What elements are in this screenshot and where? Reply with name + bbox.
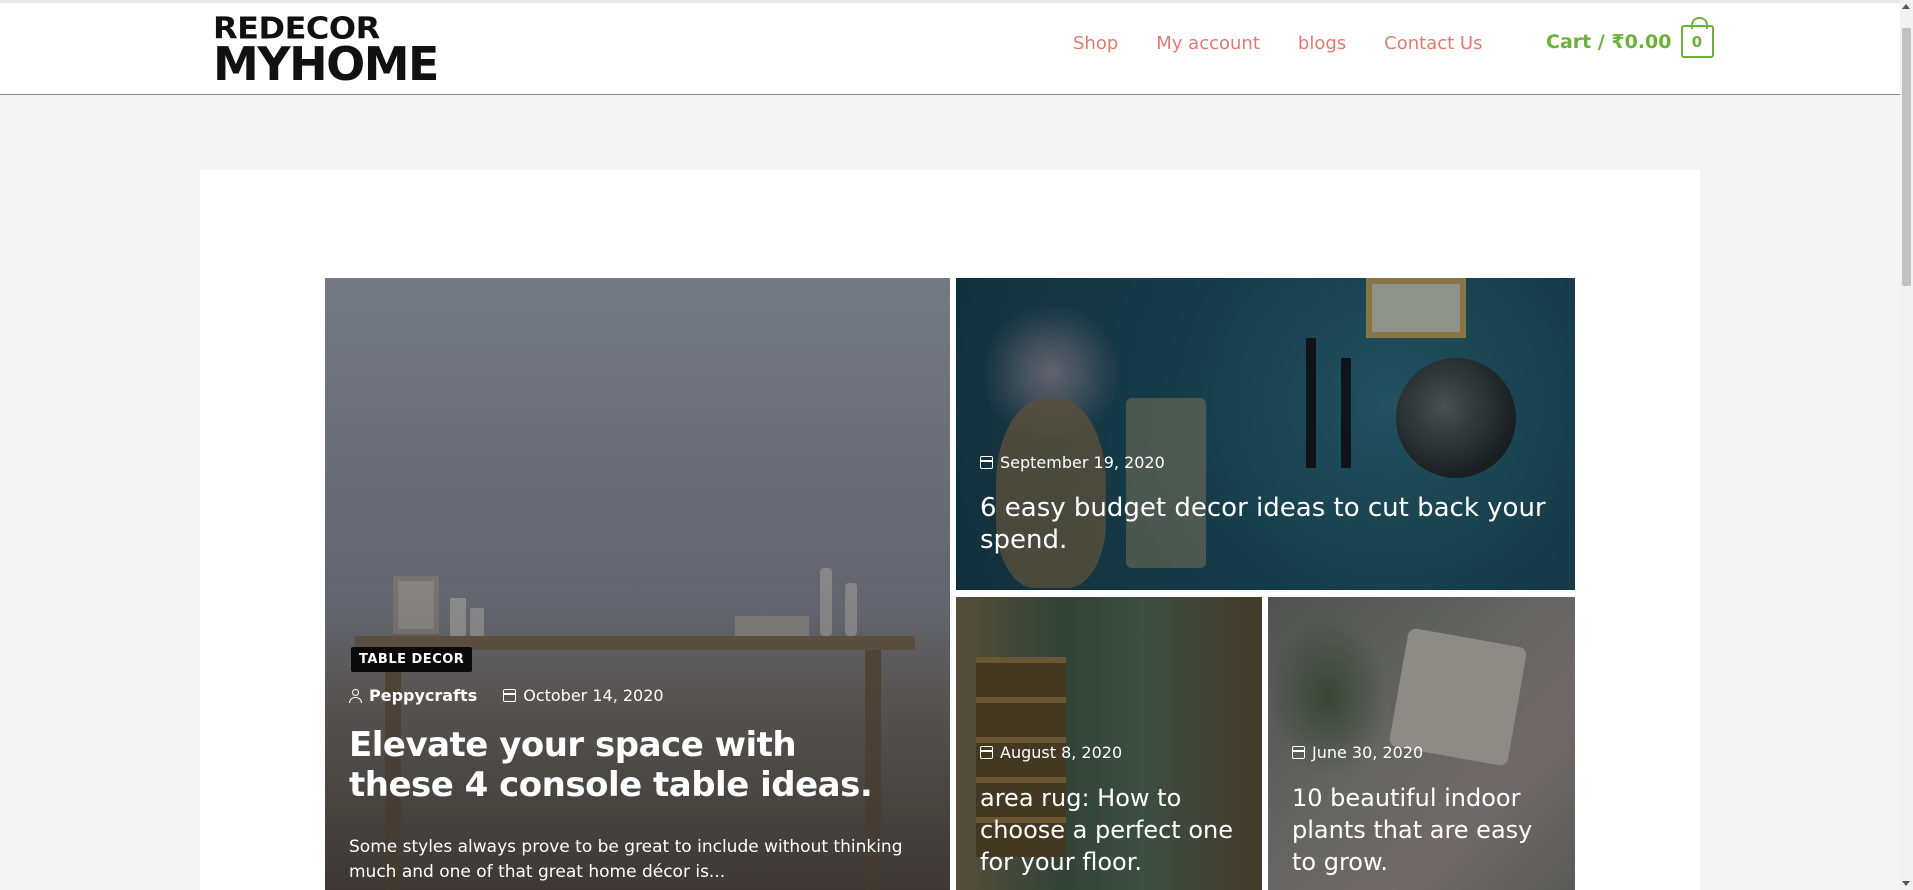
cart-total: Cart / ₹0.00 (1546, 30, 1672, 53)
nav-blogs[interactable]: blogs (1298, 33, 1346, 54)
post-title[interactable]: 6 easy budget decor ideas to cut back yo… (980, 492, 1550, 556)
post-meta: August 8, 2020 (980, 743, 1122, 762)
post-date: October 14, 2020 (523, 686, 664, 705)
vertical-scrollbar[interactable] (1900, 0, 1913, 890)
main-nav: Shop My account blogs Contact Us (1073, 33, 1520, 54)
nav-my-account[interactable]: My account (1156, 33, 1260, 54)
cart-count: 0 (1691, 32, 1703, 51)
post-meta: June 30, 2020 (1292, 743, 1423, 762)
cart-link[interactable]: Cart / ₹0.00 0 (1546, 17, 1714, 58)
post-tile-area-rug[interactable]: August 8, 2020 area rug: How to choose a… (956, 597, 1262, 890)
calendar-icon (503, 689, 517, 702)
user-icon (349, 688, 362, 703)
category-badge[interactable]: TABLE DECOR (351, 647, 473, 672)
post-date: September 19, 2020 (1000, 453, 1165, 472)
post-author[interactable]: Peppycrafts (369, 686, 477, 705)
nav-shop[interactable]: Shop (1073, 33, 1118, 54)
post-title[interactable]: 10 beautiful indoor plants that are easy… (1292, 782, 1562, 878)
post-tile-budget-decor[interactable]: September 19, 2020 6 easy budget decor i… (956, 278, 1575, 590)
shopping-bag-icon: 0 (1680, 17, 1714, 58)
scrollbar-thumb[interactable] (1902, 28, 1911, 286)
post-meta: September 19, 2020 (980, 453, 1165, 472)
logo-line-2: MYHOME (213, 37, 439, 91)
scroll-up-arrow-icon[interactable] (1902, 4, 1910, 9)
calendar-icon (1292, 746, 1305, 759)
post-tile-indoor-plants[interactable]: June 30, 2020 10 beautiful indoor plants… (1268, 597, 1575, 890)
post-date: June 30, 2020 (1312, 743, 1424, 762)
calendar-icon (980, 746, 993, 759)
post-title[interactable]: Elevate your space with these 4 console … (349, 725, 909, 805)
featured-post-tile[interactable]: TABLE DECOR Peppycrafts October 14, 2020… (325, 278, 950, 890)
site-header: REDECOR MYHOME Shop My account blogs Con… (0, 3, 1900, 95)
post-date: August 8, 2020 (1000, 743, 1123, 762)
post-title[interactable]: area rug: How to choose a perfect one fo… (980, 782, 1250, 878)
nav-contact-us[interactable]: Contact Us (1384, 33, 1482, 54)
scroll-down-arrow-icon[interactable] (1902, 881, 1910, 886)
site-logo[interactable]: REDECOR MYHOME (213, 10, 439, 91)
post-meta: Peppycrafts October 14, 2020 (349, 686, 664, 705)
post-excerpt: Some styles always prove to be great to … (349, 837, 903, 882)
logo-line-1: REDECOR (213, 10, 380, 47)
calendar-icon (980, 456, 993, 469)
